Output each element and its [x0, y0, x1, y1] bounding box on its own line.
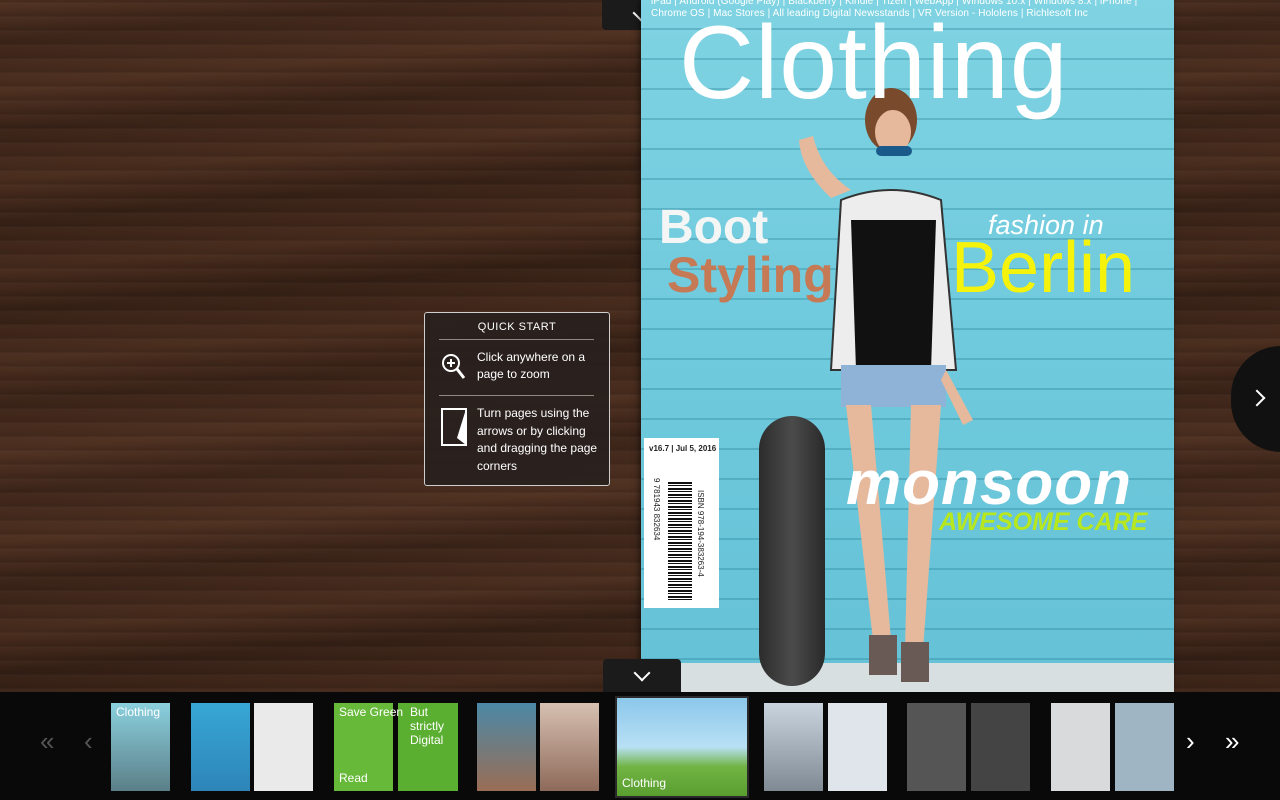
- skateboard-image: [759, 416, 825, 686]
- last-page-icon[interactable]: »: [1225, 726, 1239, 757]
- thumbnail-page-10-11[interactable]: [764, 703, 887, 791]
- chevron-right-icon: [1248, 389, 1266, 407]
- headline-styling: Styling: [667, 247, 834, 303]
- thumbnail-label: Clothing: [116, 705, 161, 719]
- thumbnail-page-2-3[interactable]: [191, 703, 313, 791]
- barcode-number: 9 781943 832634: [652, 478, 661, 541]
- thumbnail-page-14-15[interactable]: [1051, 703, 1174, 791]
- zoom-in-icon: [442, 354, 465, 379]
- thumbnail-page-8-9-selected[interactable]: Clothing: [615, 696, 749, 798]
- thumbnail-label: Read: [339, 771, 368, 785]
- headline-berlin: Berlin: [951, 228, 1136, 308]
- prev-thumbs-icon[interactable]: ‹: [84, 726, 93, 757]
- next-thumbs-icon[interactable]: ›: [1186, 726, 1195, 757]
- magazine-cover-page[interactable]: iPad | Android (Google Play) | Blackberr…: [641, 0, 1174, 692]
- issue-date: v16.7 | Jul 5, 2016: [649, 444, 717, 453]
- quick-start-panel[interactable]: QUICK START Click anywhere on a page to …: [424, 312, 610, 486]
- barcode-label: v16.7 | Jul 5, 2016 9 781943 832634 ISBN…: [644, 438, 719, 608]
- thumbnail-page-4-5[interactable]: Save Green Read But strictly Digital: [334, 703, 458, 791]
- thumbnail-page-1[interactable]: Clothing: [111, 703, 170, 791]
- first-page-icon[interactable]: «: [40, 726, 54, 757]
- thumbnail-page-12-13[interactable]: [907, 703, 1030, 791]
- page-turn-icon: [441, 408, 467, 446]
- divider: [439, 339, 594, 340]
- thumbnail-page-6-7[interactable]: [477, 703, 599, 791]
- headline-awesome-care: AWESOME CARE: [939, 508, 1148, 536]
- quick-start-title: QUICK START: [477, 321, 557, 333]
- magazine-title: Clothing: [679, 5, 1069, 121]
- divider: [439, 395, 594, 396]
- toggle-thumbnails-button[interactable]: [603, 659, 681, 692]
- thumbnail-label: But strictly Digital: [410, 705, 444, 747]
- thumbnail-label: Clothing: [622, 776, 667, 790]
- chevron-down-icon: [633, 664, 651, 682]
- barcode-icon: [668, 482, 692, 602]
- isbn-text: ISBN 978-194-383263-4: [696, 490, 705, 577]
- zoom-tip: Click anywhere on a page to zoom: [477, 350, 586, 381]
- thumbnail-label: Save Green: [339, 705, 404, 719]
- turn-pages-tip: Turn pages using the arrows or by clicki…: [477, 406, 598, 473]
- thumbnail-bar: « ‹ Clothing Save Green Read But strictl…: [0, 692, 1280, 800]
